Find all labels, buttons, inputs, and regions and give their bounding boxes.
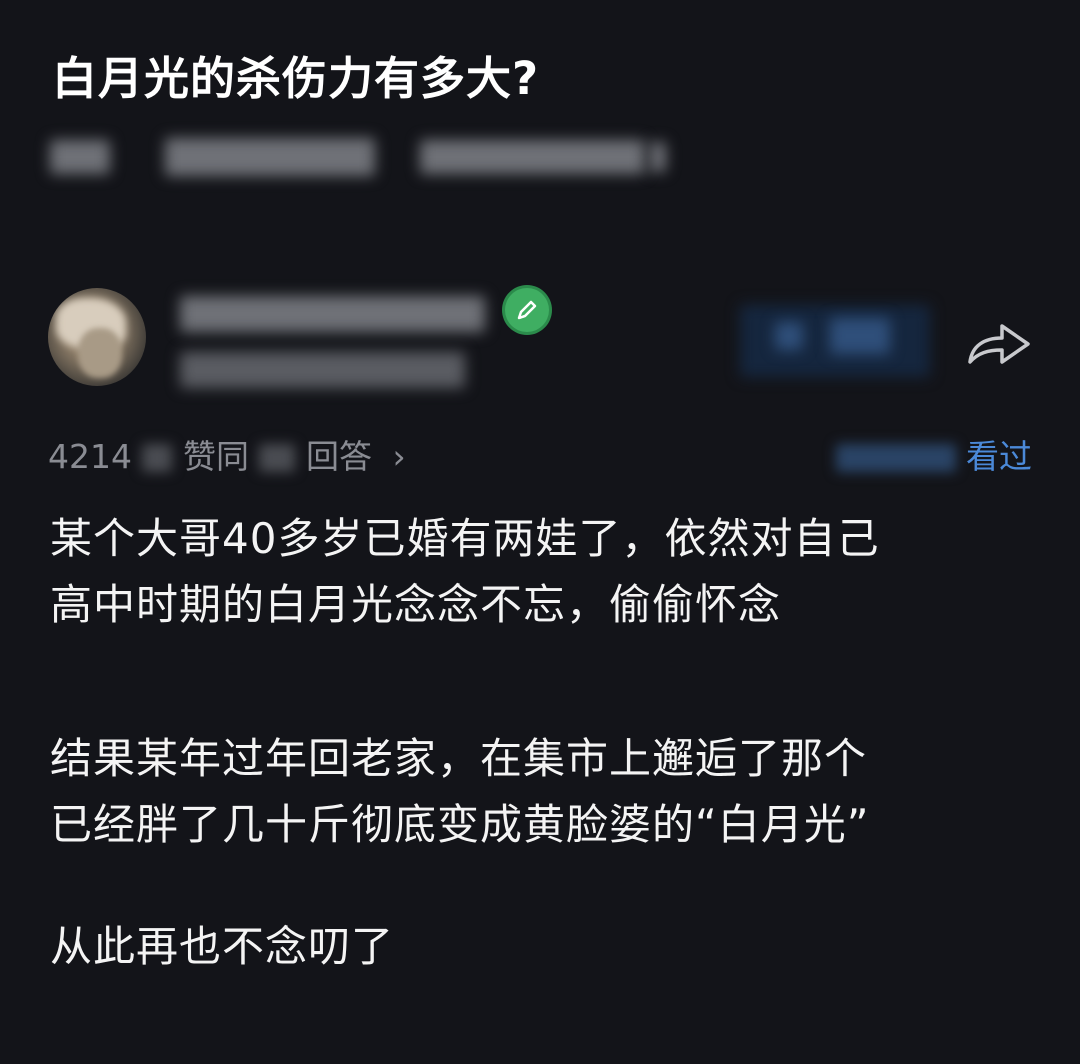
viewed-label: 看过 bbox=[966, 437, 1032, 476]
share-arrow-icon[interactable] bbox=[966, 320, 1032, 366]
answer-paragraph-3: 从此再也不念叨了 bbox=[50, 914, 1040, 980]
verified-pen-icon bbox=[517, 300, 537, 320]
upvote-label: 赞同 bbox=[182, 437, 249, 476]
upvote-count: 4214 bbox=[48, 437, 132, 476]
answer-paragraph-1: 某个大哥40多岁已婚有两娃了，依然对自己 高中时期的白月光念念不忘，偷偷怀念 bbox=[50, 506, 1040, 638]
answer-line: 某个大哥40多岁已婚有两娃了，依然对自己 bbox=[50, 514, 880, 563]
answer-line: 结果某年过年回老家，在集市上邂逅了那个 bbox=[50, 734, 868, 783]
verified-badge bbox=[505, 288, 549, 332]
answer-stats[interactable]: 4214 赞同 回答 › bbox=[48, 430, 406, 478]
question-title[interactable]: 白月光的杀伤力有多大? bbox=[52, 42, 539, 107]
answer-label: 回答 bbox=[305, 437, 372, 476]
author-avatar[interactable] bbox=[48, 288, 146, 386]
answer-line: 从此再也不念叨了 bbox=[50, 922, 395, 971]
answer-line: 高中时期的白月光念念不忘，偷偷怀念 bbox=[50, 580, 782, 629]
friends-viewed[interactable]: 看过 bbox=[835, 430, 1032, 478]
answer-paragraph-2: 结果某年过年回老家，在集市上邂逅了那个 已经胖了几十斤彻底变成黄脸婆的“白月光” bbox=[50, 726, 1040, 858]
chevron-right-icon: › bbox=[392, 437, 406, 476]
answer-line: 已经胖了几十斤彻底变成黄脸婆的“白月光” bbox=[50, 800, 870, 849]
